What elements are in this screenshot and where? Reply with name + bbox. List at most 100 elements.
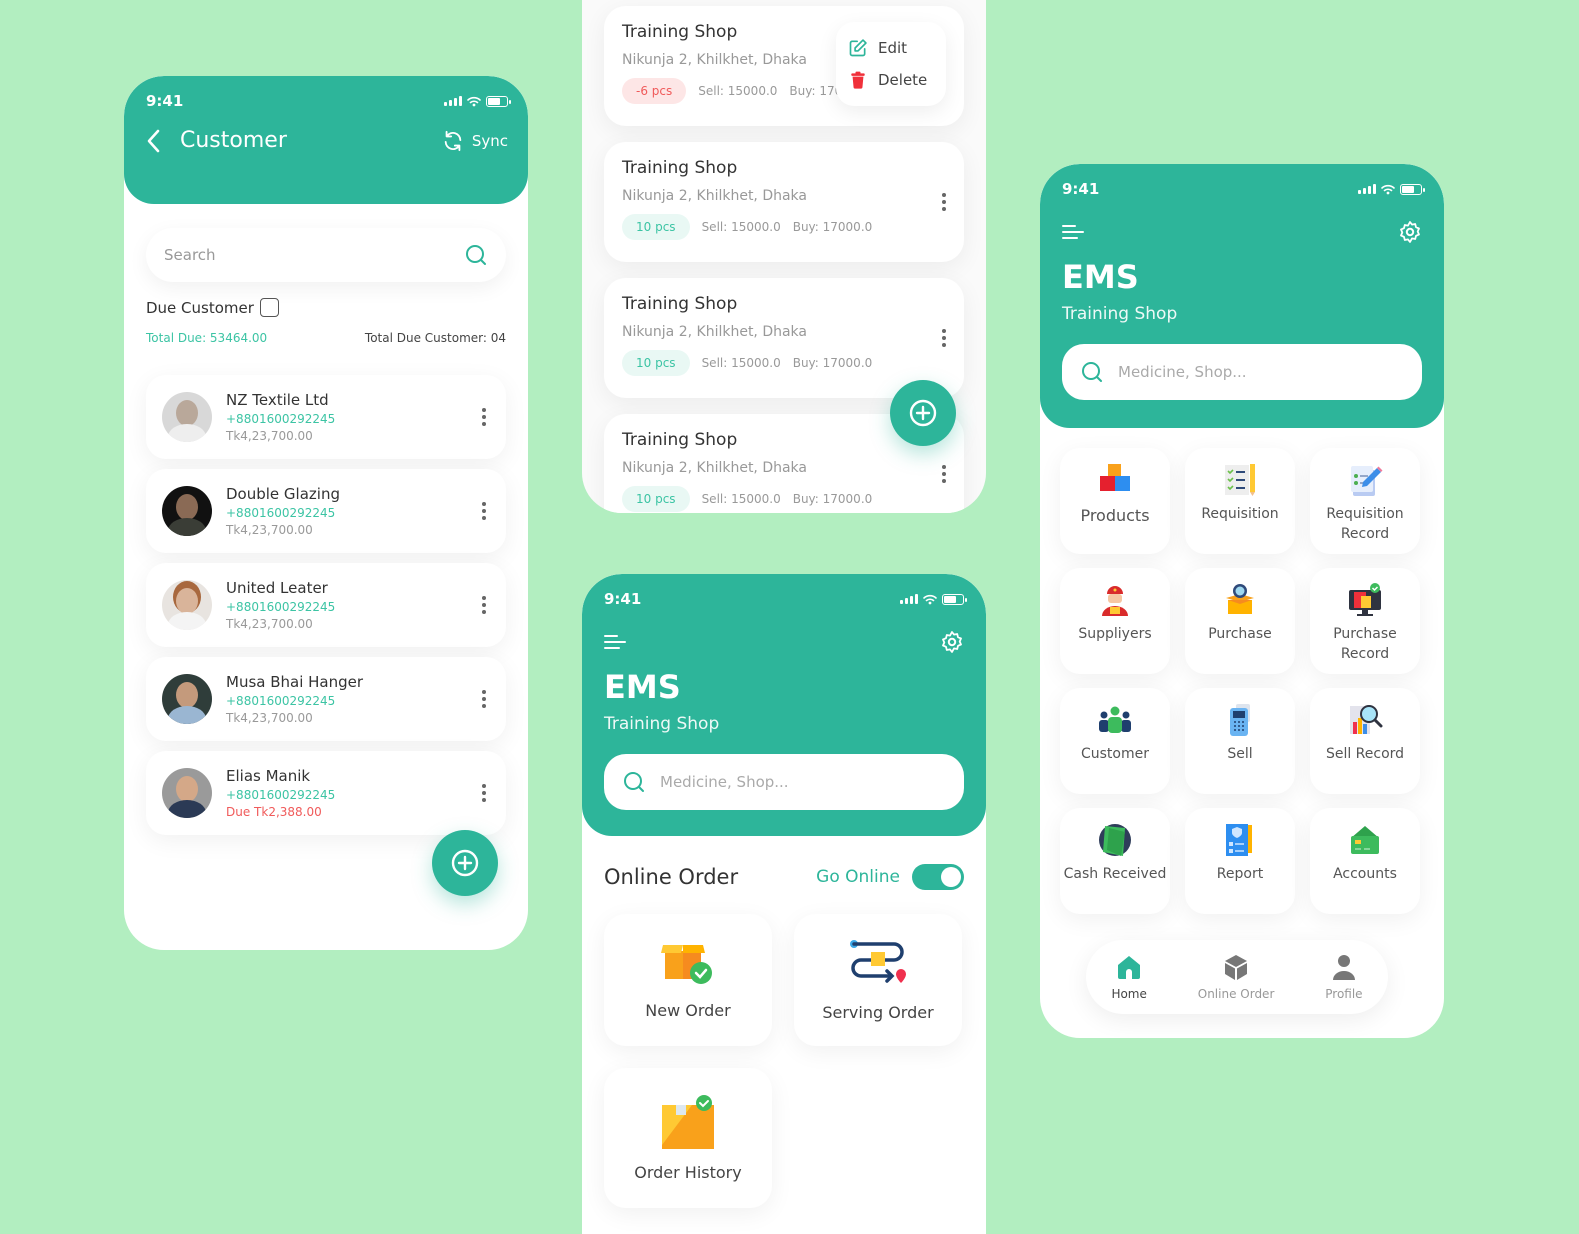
customer-tile[interactable]: Customer [1060, 688, 1170, 794]
delivery-man-icon [1102, 586, 1128, 616]
status-time: 9:41 [604, 590, 642, 608]
search-icon [1082, 362, 1102, 382]
bottom-nav: Home Online Order Profile [1086, 940, 1388, 1014]
customer-amount: Tk4,23,700.00 [226, 711, 313, 725]
document-edit-icon [1351, 466, 1383, 496]
shop-name: Training Shop [622, 294, 738, 314]
sell-record-tile[interactable]: Sell Record [1310, 688, 1420, 794]
more-options-icon[interactable] [942, 193, 946, 211]
tile-label: Purchase [1208, 626, 1272, 642]
accounts-tile[interactable]: Accounts [1310, 808, 1420, 914]
total-due-customers: Total Due Customer: 04 [364, 331, 506, 345]
battery-icon [942, 593, 967, 605]
cubes-icon [1100, 464, 1130, 491]
edit-menu-item[interactable]: Edit [836, 32, 946, 64]
report-tile[interactable]: Report [1185, 808, 1295, 914]
serving-order-tile[interactable]: Serving Order [794, 914, 962, 1046]
user-icon [1332, 955, 1355, 980]
stock-badge: 10 pcs [622, 214, 690, 240]
credit-cards-icon [1351, 826, 1379, 854]
due-customer-checkbox[interactable] [259, 298, 279, 317]
customer-search-input[interactable]: Search [146, 228, 506, 282]
customer-header: 9:41 Customer Sync [124, 76, 528, 204]
back-chevron-icon[interactable] [146, 129, 160, 153]
shop-name: Training Shop [622, 158, 738, 178]
buy-price: Buy: 17000.0 [792, 356, 873, 370]
purchase-record-tile[interactable]: Purchase Record [1310, 568, 1420, 674]
add-shop-button[interactable] [890, 380, 956, 446]
search-input[interactable]: Medicine, Shop... [604, 754, 964, 810]
shop-list-item[interactable]: Training Shop Nikunja 2, Khilkhet, Dhaka… [604, 142, 964, 262]
cash-received-tile[interactable]: Cash Received [1060, 808, 1170, 914]
page-title: Customer [180, 128, 287, 153]
add-customer-button[interactable] [432, 830, 498, 896]
customer-list-item[interactable]: United Leater +8801600292245 Tk4,23,700.… [146, 563, 506, 647]
customer-list: NZ Textile Ltd +8801600292245 Tk4,23,700… [146, 375, 506, 835]
requisition-record-tile[interactable]: Requisition Record [1310, 448, 1420, 554]
customer-name: Double Glazing [226, 485, 340, 503]
go-online-toggle[interactable] [912, 864, 964, 890]
order-history-box-icon [662, 1094, 714, 1149]
customer-list-item[interactable]: Elias Manik +8801600292245 Due Tk2,388.0… [146, 751, 506, 835]
status-time: 9:41 [146, 92, 184, 110]
total-due: Total Due: 53464.00 [146, 331, 268, 345]
home-screen: 9:41 EMS Training Shop Medicine, Shop...… [1040, 164, 1444, 1038]
customer-list-item[interactable]: Double Glazing +8801600292245 Tk4,23,700… [146, 469, 506, 553]
customer-due-amount: Due Tk2,388.00 [226, 805, 322, 819]
nav-profile[interactable]: Profile [1325, 953, 1363, 1001]
more-options-icon[interactable] [482, 502, 486, 520]
more-options-icon[interactable] [482, 408, 486, 426]
more-options-icon[interactable] [942, 329, 946, 347]
customer-amount: Tk4,23,700.00 [226, 429, 313, 443]
search-icon[interactable] [464, 243, 488, 267]
wifi-icon [923, 594, 937, 604]
search-input[interactable]: Medicine, Shop... [1062, 344, 1422, 400]
nav-home[interactable]: Home [1111, 953, 1147, 1001]
battery-icon [486, 95, 511, 107]
feature-grid: Products Requisition Requisition Record … [1060, 448, 1422, 914]
shop-list-screen: Training Shop Nikunja 2, Khilkhet, Dhaka… [582, 0, 986, 513]
more-options-icon[interactable] [482, 784, 486, 802]
customer-name: NZ Textile Ltd [226, 391, 329, 409]
customer-list-item[interactable]: NZ Textile Ltd +8801600292245 Tk4,23,700… [146, 375, 506, 459]
stock-badge: 10 pcs [622, 350, 690, 376]
customer-amount: Tk4,23,700.00 [226, 523, 313, 537]
requisition-tile[interactable]: Requisition [1185, 448, 1295, 554]
settings-gear-icon[interactable] [1398, 220, 1422, 244]
suppliers-tile[interactable]: Suppliyers [1060, 568, 1170, 674]
settings-gear-icon[interactable] [940, 630, 964, 654]
status-time: 9:41 [1062, 180, 1100, 198]
search-placeholder: Search [164, 246, 216, 264]
menu-icon[interactable] [604, 635, 626, 649]
go-online-label: Go Online [816, 867, 900, 887]
order-history-tile[interactable]: Order History [604, 1068, 772, 1208]
avatar [162, 580, 212, 630]
sell-price: Sell: 15000.0 [701, 356, 781, 370]
shop-name: Training Shop [1062, 304, 1178, 324]
package-icon [1225, 955, 1248, 980]
avatar [162, 392, 212, 442]
more-options-icon[interactable] [942, 465, 946, 483]
tile-label: Cash Received [1063, 866, 1167, 882]
nav-online-order[interactable]: Online Order [1198, 953, 1274, 1001]
more-options-icon[interactable] [482, 690, 486, 708]
tile-label: Report [1216, 866, 1264, 882]
box-clock-icon [1226, 584, 1254, 614]
more-options-icon[interactable] [482, 596, 486, 614]
tile-label: Purchase Record [1333, 626, 1397, 663]
menu-icon[interactable] [1062, 225, 1084, 239]
app-title: EMS [604, 668, 681, 706]
tile-label: Requisition [1201, 506, 1279, 522]
purchase-tile[interactable]: Purchase [1185, 568, 1295, 674]
sell-tile[interactable]: Sell [1185, 688, 1295, 794]
sell-price: Sell: 15000.0 [701, 220, 781, 234]
delete-menu-item[interactable]: Delete [836, 64, 946, 96]
products-tile[interactable]: Products [1060, 448, 1170, 554]
cash-icon [1099, 824, 1131, 856]
sync-button[interactable]: Sync [442, 130, 508, 152]
tile-label: Requisition Record [1326, 506, 1404, 543]
shop-list-item[interactable]: Training Shop Nikunja 2, Khilkhet, Dhaka… [604, 278, 964, 398]
customer-list-item[interactable]: Musa Bhai Hanger +8801600292245 Tk4,23,7… [146, 657, 506, 741]
pos-terminal-icon [1230, 704, 1250, 736]
new-order-tile[interactable]: New Order [604, 914, 772, 1046]
